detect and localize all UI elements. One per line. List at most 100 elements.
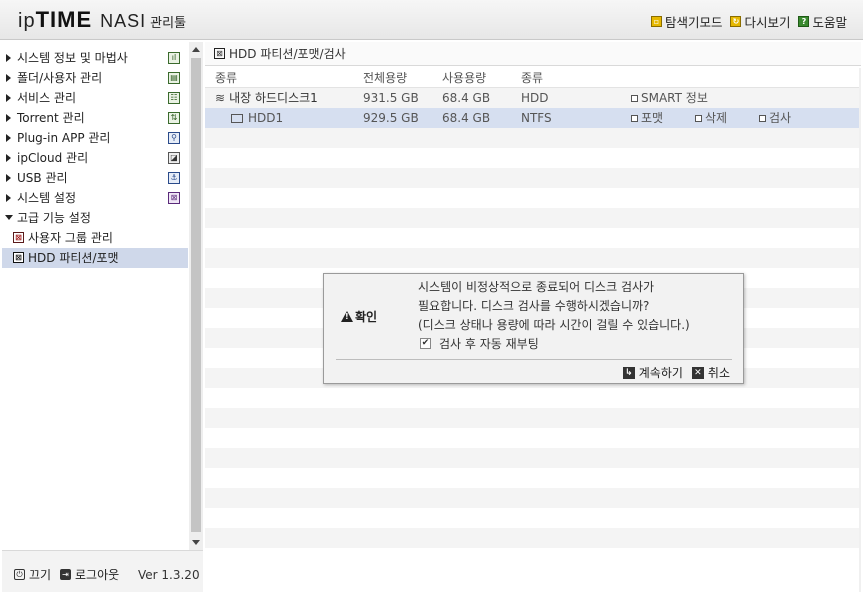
column-header-used: 사용용량 (442, 71, 487, 85)
breadcrumb-text: HDD 파티션/포맷/검사 (229, 46, 346, 61)
disk-row[interactable]: ≋ 내장 하드디스크1 931.5 GB 68.4 GB HDD SMART 정보 (205, 88, 861, 108)
continue-label: 계속하기 (638, 366, 683, 380)
sidebar-item-folder-user[interactable]: 폴더/사용자 관리 ▤ (2, 68, 188, 88)
column-header-type: 종류 (521, 71, 544, 85)
sidebar-item-label: ipCloud 관리 (17, 151, 89, 165)
help-button[interactable]: ? 도움말 (798, 12, 847, 31)
scroll-down-icon[interactable] (192, 540, 200, 545)
logo-nas-text: NASI (100, 11, 147, 31)
main-scrollbar[interactable] (859, 68, 861, 592)
sidebar-item-service[interactable]: 서비스 관리 ☷ (2, 88, 188, 108)
sidebar-item-plugin-app[interactable]: Plug-in APP 관리 ⚲ (2, 128, 188, 148)
format-label: 포맷 (641, 111, 664, 125)
refresh-label: 다시보기 (744, 15, 791, 30)
torrent-icon: ⇅ (168, 112, 180, 124)
dialog-message-line: (디스크 상태나 용량에 따라 시간이 걸릴 수 있습니다.) (418, 318, 690, 332)
auto-reboot-checkbox[interactable]: ✔ 검사 후 자동 재부팅 (420, 335, 539, 352)
empty-row (205, 428, 861, 448)
disk-name-cell: ≋ 내장 하드디스크1 (215, 88, 318, 108)
smart-info-button[interactable]: SMART 정보 (631, 88, 708, 108)
check-icon (759, 114, 766, 122)
sidebar-item-label: 폴더/사용자 관리 (17, 71, 103, 85)
refresh-button[interactable]: ↻ 다시보기 (730, 12, 790, 31)
scrollbar-thumb[interactable] (191, 58, 201, 532)
continue-button[interactable]: ↳ 계속하기 (622, 364, 683, 381)
dialog-title: 확인 (341, 308, 377, 325)
version-label: Ver 1.3.20 (138, 568, 200, 582)
dialog-message-line: 필요합니다. 디스크 검사를 수행하시겠습니까? (418, 299, 650, 313)
sidebar-item-label: Plug-in APP 관리 (17, 131, 111, 145)
power-off-label: 끄기 (29, 568, 52, 582)
dialog-message: 시스템이 비정상적으로 종료되어 디스크 검사가 필요합니다. 디스크 검사를 … (418, 278, 690, 335)
sidebar-item-torrent[interactable]: Torrent 관리 ⇅ (2, 108, 188, 128)
sidebar-item-advanced-settings[interactable]: 고급 기능 설정 (2, 208, 188, 228)
check-label: 검사 (769, 111, 792, 125)
plugin-icon: ⚲ (168, 132, 180, 144)
format-button[interactable]: 포맷 (631, 108, 663, 128)
usb-icon: ⚓ (168, 172, 180, 184)
sidebar-item-label: Torrent 관리 (17, 111, 85, 125)
sidebar-item-label: 고급 기능 설정 (17, 211, 91, 225)
disk-stack-icon: ≋ (215, 91, 226, 105)
partition-name-cell: HDD1 (231, 108, 283, 128)
sidebar-item-label: 서비스 관리 (17, 91, 77, 105)
explorer-mode-button[interactable]: ▫ 탐색기모드 (650, 12, 722, 31)
hdd-partition-icon: ⊠ (13, 252, 24, 263)
continue-icon: ↳ (622, 366, 635, 379)
logo-ip-text: ip (18, 10, 36, 32)
disk-total: 931.5 GB (363, 91, 419, 105)
dialog-divider (336, 359, 732, 360)
disk-name: 내장 하드디스크1 (229, 91, 318, 105)
power-off-button[interactable]: ⏻ 끄기 (14, 566, 51, 583)
dialog-message-line: 시스템이 비정상적으로 종료되어 디스크 검사가 (418, 280, 655, 294)
cancel-label: 취소 (707, 366, 730, 380)
empty-row (205, 488, 861, 508)
disk-used: 68.4 GB (442, 91, 491, 105)
cancel-button[interactable]: ✕ 취소 (691, 364, 730, 381)
help-label: 도움말 (812, 15, 847, 30)
sidebar-item-usb[interactable]: USB 관리 ⚓ (2, 168, 188, 188)
empty-row (205, 128, 861, 148)
dialog-buttons: ↳ 계속하기 ✕ 취소 (622, 364, 730, 381)
sidebar-subitem-label: 사용자 그룹 관리 (28, 231, 113, 245)
breadcrumb: ⊠ HDD 파티션/포맷/검사 (205, 42, 861, 66)
expand-arrow-icon (6, 194, 11, 202)
logo-manager-text: 관리툴 (150, 16, 187, 31)
sidebar-scrollbar[interactable] (189, 42, 203, 550)
check-button[interactable]: 검사 (759, 108, 791, 128)
close-icon: ✕ (691, 366, 704, 379)
dialog-title-text: 확인 (355, 310, 378, 324)
partition-row[interactable]: HDD1 929.5 GB 68.4 GB NTFS 포맷 삭제 검사 (205, 108, 861, 128)
empty-row (205, 528, 861, 548)
logo-time-text: TIME (35, 7, 93, 32)
sidebar-item-ipcloud[interactable]: ipCloud 관리 ◪ (2, 148, 188, 168)
smart-info-icon (631, 94, 638, 102)
sidebar-item-system-settings[interactable]: 시스템 설정 ⊠ (2, 188, 188, 208)
sidebar-subitem-hdd-partition[interactable]: ⊠ HDD 파티션/포맷 (2, 248, 188, 268)
sidebar-item-system-info[interactable]: 시스템 정보 및 마법사 ıl (2, 48, 188, 68)
delete-label: 삭제 (705, 111, 728, 125)
refresh-icon: ↻ (730, 16, 742, 27)
logout-button[interactable]: ⇥ 로그아웃 (60, 566, 119, 583)
delete-button[interactable]: 삭제 (695, 108, 727, 128)
logout-label: 로그아웃 (75, 568, 120, 582)
scroll-up-icon[interactable] (192, 47, 200, 52)
empty-row (205, 168, 861, 188)
column-header-total: 전체용량 (363, 71, 408, 85)
empty-row (205, 468, 861, 488)
sidebar-menu: 시스템 정보 및 마법사 ıl 폴더/사용자 관리 ▤ 서비스 관리 ☷ Tor… (2, 42, 188, 550)
partition-used: 68.4 GB (442, 111, 491, 125)
empty-row (205, 388, 861, 408)
expand-arrow-icon (6, 154, 11, 162)
hdd-icon (231, 114, 243, 123)
hdd-partition-icon: ⊠ (214, 48, 225, 59)
sidebar-subitem-user-group[interactable]: ⊠ 사용자 그룹 관리 (2, 228, 188, 248)
chart-icon: ıl (168, 52, 180, 64)
folder-icon: ▤ (168, 72, 180, 84)
partition-total: 929.5 GB (363, 111, 419, 125)
table-header-row: 종류 전체용량 사용용량 종류 (205, 68, 861, 88)
checkbox-checked-icon[interactable]: ✔ (420, 338, 431, 349)
column-header-kind: 종류 (215, 71, 238, 85)
service-icon: ☷ (168, 92, 180, 104)
explorer-icon: ▫ (650, 16, 662, 27)
